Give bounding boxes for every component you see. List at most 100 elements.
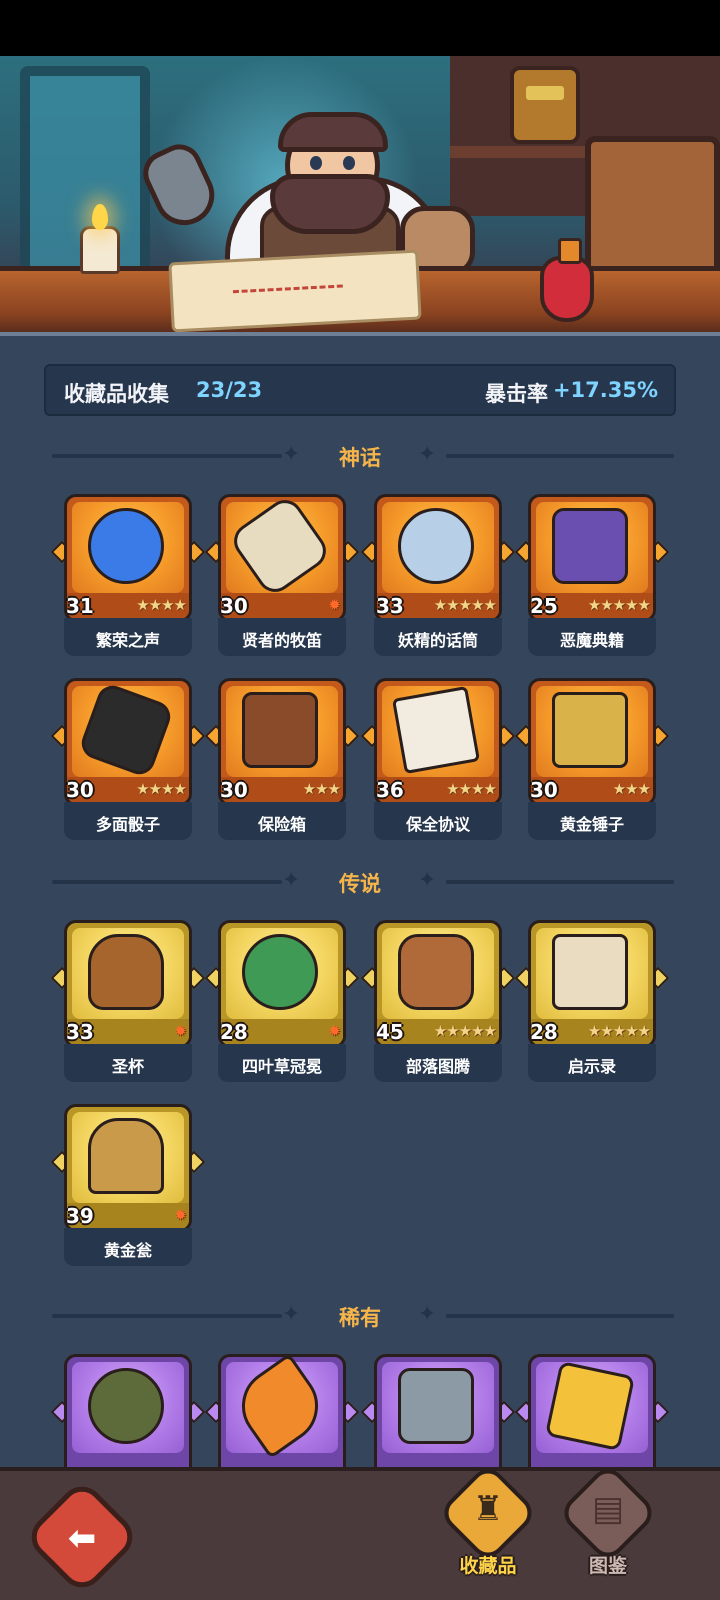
treasure-chest-icon xyxy=(242,692,318,768)
thorn-vine-icon xyxy=(88,1368,164,1444)
item-level: 45 xyxy=(376,1020,404,1044)
harp-icon: ♜ xyxy=(472,1489,504,1529)
item-name: 圣杯 xyxy=(111,1057,144,1076)
golden-hammer-icon xyxy=(552,692,628,768)
collectible-card[interactable]: 28 ✹ 四叶草冠冕 xyxy=(204,920,360,1082)
collectible-card[interactable] xyxy=(514,1354,670,1482)
potion-decor xyxy=(540,238,594,322)
shop-banner xyxy=(0,56,720,332)
star-rating: ✹ xyxy=(328,1022,341,1040)
divider xyxy=(446,1314,674,1318)
item-name: 多面骰子 xyxy=(95,815,160,834)
item-name: 部落图腾 xyxy=(405,1057,470,1076)
collectible-card[interactable]: 30 ★★★★ 多面骰子 xyxy=(50,678,206,840)
collection-panel[interactable]: 收藏品收集 23/23 暴击率 +17.35% ✦ 神话 ✦ 31 ★★★★ 繁… xyxy=(0,332,720,1482)
section-header-mythic: ✦ 神话 ✦ xyxy=(0,440,720,470)
blue-spirit-icon xyxy=(88,508,164,584)
item-name: 黄金锤子 xyxy=(559,815,624,834)
item-name: 启示录 xyxy=(567,1057,616,1076)
collectible-card[interactable]: 30 ★★★ 黄金锤子 xyxy=(514,678,670,840)
tab-codex[interactable]: ▤ 图鉴 xyxy=(557,1462,659,1587)
collectible-card[interactable]: 33 ★★★★★ 妖精的话筒 xyxy=(360,494,516,656)
item-level: 30 xyxy=(220,594,248,618)
star-rating: ★★★★★ xyxy=(433,596,497,614)
collectible-card[interactable]: 31 ★★★★ 繁荣之声 xyxy=(50,494,206,656)
collectible-card[interactable]: 28 ★★★★★ 启示录 xyxy=(514,920,670,1082)
collection-count: 23/23 xyxy=(196,378,263,402)
section-header-legend: ✦ 传说 ✦ xyxy=(0,866,720,896)
collection-label: 收藏品收集 xyxy=(64,382,169,406)
section-header-rare: ✦ 稀有 ✦ xyxy=(0,1300,720,1330)
item-name: 妖精的话筒 xyxy=(397,631,478,650)
collectible-card[interactable]: 30 ★★★ 保险箱 xyxy=(204,678,360,840)
star-rating: ★★★ xyxy=(612,780,651,798)
axe-icon xyxy=(398,1368,474,1444)
item-level: 36 xyxy=(376,778,404,802)
sparkle-icon: ✦ xyxy=(418,868,437,893)
item-level: 30 xyxy=(530,778,558,802)
treasure-map-decor xyxy=(168,249,422,332)
collectible-card[interactable] xyxy=(50,1354,206,1482)
contract-scroll-icon xyxy=(391,685,481,775)
star-rating: ★★★★ xyxy=(446,780,497,798)
dwarf-beard xyxy=(270,174,390,234)
tab-collectibles[interactable]: ♜ 收藏品 xyxy=(437,1462,539,1587)
sparkle-icon: ✦ xyxy=(418,1302,437,1327)
collectible-card[interactable]: 39 ✹ 黄金瓮 xyxy=(50,1104,206,1266)
tab-label: 收藏品 xyxy=(459,1555,517,1577)
item-name: 黄金瓮 xyxy=(103,1241,152,1260)
crit-rate-label: 暴击率 xyxy=(485,382,548,406)
item-name: 保全协议 xyxy=(405,815,470,834)
bottom-nav: ⬅ ♜ 收藏品 ▤ 图鉴 xyxy=(0,1462,720,1600)
star-rating: ✹ xyxy=(328,596,341,614)
item-level: 33 xyxy=(376,594,404,618)
dwarf-eye xyxy=(310,156,322,170)
star-rating: ★★★★ xyxy=(136,780,187,798)
open-book-icon xyxy=(552,934,628,1010)
divider xyxy=(446,880,674,884)
item-level: 28 xyxy=(530,1020,558,1044)
collection-summary: 收藏品收集 23/23 暴击率 +17.35% xyxy=(44,364,676,416)
demon-book-icon xyxy=(552,508,628,584)
book-icon: ▤ xyxy=(591,1489,625,1529)
candle-decor xyxy=(80,226,120,274)
collectible-card[interactable] xyxy=(204,1353,360,1482)
item-name: 恶魔典籍 xyxy=(559,631,624,650)
totem-mask-decor xyxy=(510,66,580,144)
back-arrow-icon: ⬅ xyxy=(67,1518,97,1559)
sparkle-icon: ✦ xyxy=(418,442,437,467)
star-rating: ★★★★★ xyxy=(587,1022,651,1040)
item-level: 30 xyxy=(220,778,248,802)
item-level: 25 xyxy=(530,594,558,618)
item-name: 四叶草冠冕 xyxy=(241,1057,322,1076)
golden-urn-icon xyxy=(88,1118,164,1194)
collectible-card[interactable]: 45 ★★★★★ 部落图腾 xyxy=(360,920,516,1082)
star-rating: ★★★★★ xyxy=(433,1022,497,1040)
back-button[interactable]: ⬅ xyxy=(22,1477,142,1597)
clover-crown-icon xyxy=(242,934,318,1010)
item-level: 33 xyxy=(66,1020,94,1044)
flame-icon xyxy=(92,204,108,230)
item-level: 30 xyxy=(66,778,94,802)
item-name: 保险箱 xyxy=(257,815,306,834)
collectible-card[interactable]: 30 ✹ 贤者的牧笛 xyxy=(204,493,360,656)
star-rating: ★★★ xyxy=(302,780,341,798)
collectible-card[interactable]: 36 ★★★★ 保全协议 xyxy=(360,678,516,840)
grail-icon xyxy=(88,934,164,1010)
tab-label: 图鉴 xyxy=(588,1555,627,1577)
tribal-totem-icon xyxy=(398,934,474,1010)
status-bar xyxy=(0,0,720,56)
dwarf-hair xyxy=(278,112,388,152)
collectible-card[interactable]: 25 ★★★★★ 恶魔典籍 xyxy=(514,494,670,656)
collectible-card[interactable]: 33 ✹ 圣杯 xyxy=(50,920,206,1082)
star-rating: ✹ xyxy=(174,1206,187,1224)
divider xyxy=(446,454,674,458)
dwarf-eye xyxy=(343,156,355,170)
item-name: 繁荣之声 xyxy=(95,631,160,650)
fairy-microphone-icon xyxy=(398,508,474,584)
item-level: 31 xyxy=(66,594,94,618)
collectible-card[interactable] xyxy=(360,1354,516,1482)
item-level: 39 xyxy=(66,1204,94,1228)
item-name: 贤者的牧笛 xyxy=(241,631,322,650)
crit-rate-value: +17.35% xyxy=(552,378,658,402)
